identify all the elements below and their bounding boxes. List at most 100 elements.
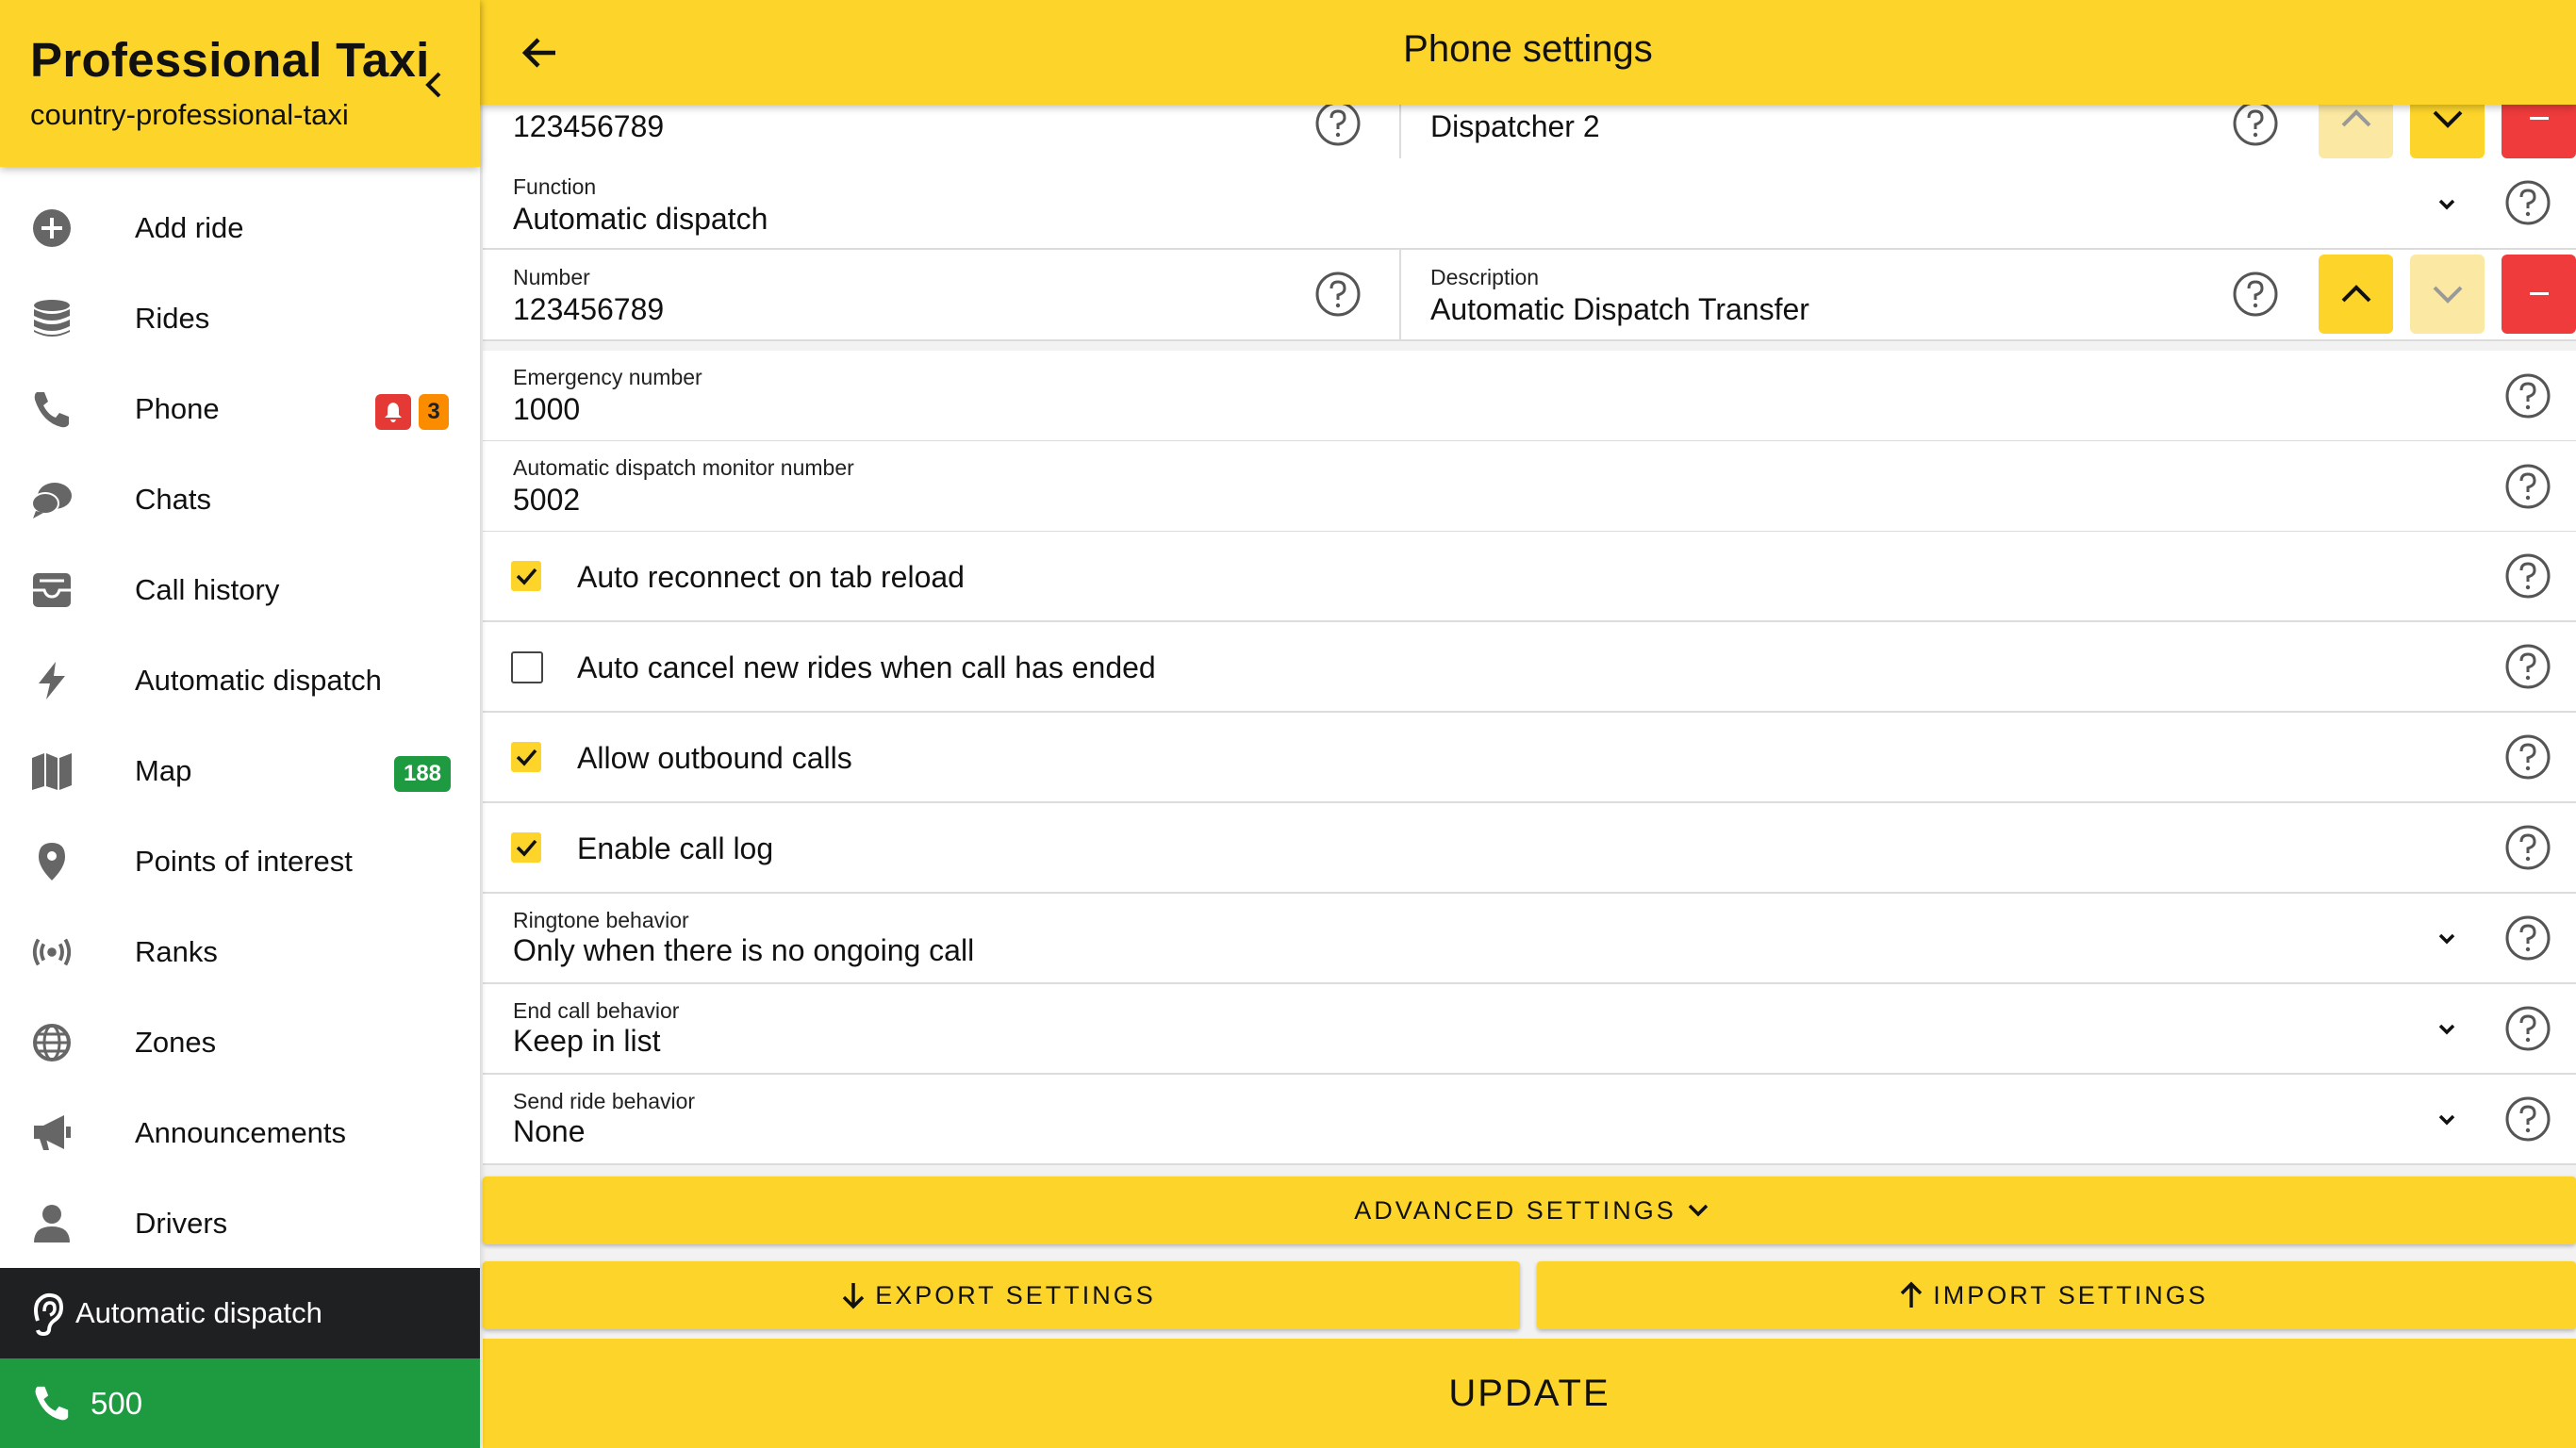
plus-circle-icon xyxy=(30,207,74,249)
phone-icon xyxy=(30,388,74,430)
sidebar: Professional Taxi country-professional-t… xyxy=(0,0,480,1448)
sidebar-item-chats[interactable]: Chats xyxy=(0,454,480,545)
help-icon[interactable] xyxy=(2504,372,2551,420)
brand-header: Professional Taxi country-professional-t… xyxy=(0,0,480,167)
sidebar-item-announcements[interactable]: Announcements xyxy=(0,1088,480,1178)
number-field[interactable]: 123456789 xyxy=(513,292,664,327)
auto-reconnect-row: Auto reconnect on tab reload xyxy=(483,532,2576,622)
checkbox-label[interactable]: Auto cancel new rides when call has ende… xyxy=(577,650,1156,685)
ringtone-value: Only when there is no ongoing call xyxy=(513,933,975,967)
sidebar-item-map[interactable]: Map 188 xyxy=(0,726,480,816)
transfer-number-row: Number 123456789 Description Automatic D… xyxy=(483,250,2576,341)
sidebar-item-call-history[interactable]: Call history xyxy=(0,545,480,635)
move-up-button[interactable] xyxy=(2319,255,2393,334)
globe-icon xyxy=(30,1022,74,1063)
sidebar-item-drivers[interactable]: Drivers xyxy=(0,1178,480,1269)
checkbox-label[interactable]: Enable call log xyxy=(577,831,773,866)
sidebar-item-label: Ranks xyxy=(135,935,218,968)
checkbox-label[interactable]: Auto reconnect on tab reload xyxy=(577,560,965,595)
update-label: UPDATE xyxy=(1448,1372,1610,1414)
emergency-number-field[interactable]: Emergency number 1000 xyxy=(483,351,2576,442)
help-icon[interactable] xyxy=(2504,179,2551,226)
lightning-icon xyxy=(30,660,74,701)
column-divider xyxy=(1399,104,1401,158)
dispatch-status-label: Automatic dispatch xyxy=(75,1296,322,1329)
help-icon[interactable] xyxy=(2504,824,2551,871)
sidebar-item-phone[interactable]: Phone 3 xyxy=(0,364,480,454)
phone-alert-badge xyxy=(375,394,411,430)
help-icon[interactable] xyxy=(2504,1005,2551,1052)
bell-icon xyxy=(385,403,402,422)
export-settings-label: EXPORT SETTINGS xyxy=(875,1280,1156,1309)
advanced-settings-button[interactable]: ADVANCED SETTINGS xyxy=(483,1176,2576,1244)
sidebar-item-label: Phone xyxy=(135,392,220,425)
description-field[interactable]: Automatic Dispatch Transfer xyxy=(1430,292,1809,327)
description-caption: Description xyxy=(1430,265,1540,289)
remove-button[interactable] xyxy=(2502,255,2576,334)
help-icon[interactable] xyxy=(2232,271,2279,318)
chevron-down-icon xyxy=(2433,286,2462,304)
collapse-sidebar-button[interactable] xyxy=(415,66,453,104)
enable-call-log-checkbox[interactable] xyxy=(511,832,541,863)
allow-outbound-checkbox[interactable] xyxy=(511,742,541,772)
help-icon[interactable] xyxy=(2504,914,2551,962)
map-count-badge: 188 xyxy=(394,756,451,792)
sidebar-item-label: Chats xyxy=(135,483,211,516)
sidebar-item-zones[interactable]: Zones xyxy=(0,997,480,1088)
chevron-down-icon xyxy=(1688,1204,1709,1217)
help-icon[interactable] xyxy=(1314,100,1362,147)
help-icon[interactable] xyxy=(2504,463,2551,510)
brand-subtitle: country-professional-taxi xyxy=(30,98,349,131)
export-settings-button[interactable]: EXPORT SETTINGS xyxy=(483,1261,1520,1329)
number-field[interactable]: 123456789 xyxy=(513,109,664,144)
description-field[interactable]: Dispatcher 2 xyxy=(1430,109,1600,144)
number-caption: Number xyxy=(513,265,590,289)
megaphone-icon xyxy=(30,1112,74,1154)
minus-icon xyxy=(2529,292,2549,295)
phone-extension-label: 500 xyxy=(91,1385,143,1421)
ringtone-behavior-select[interactable]: Ringtone behavior Only when there is no … xyxy=(483,894,2576,984)
sidebar-item-points-of-interest[interactable]: Points of interest xyxy=(0,816,480,907)
function-field[interactable]: Function Automatic dispatch xyxy=(483,158,2576,250)
page-title: Phone settings xyxy=(1403,28,1653,70)
app-header: Phone settings xyxy=(480,0,2576,105)
chevron-down-icon[interactable] xyxy=(2433,925,2461,953)
send-ride-behavior-select[interactable]: Send ride behavior None xyxy=(483,1075,2576,1165)
help-icon[interactable] xyxy=(2504,733,2551,781)
chevron-up-icon xyxy=(2341,109,2370,127)
phone-number-row: 123456789 Dispatcher 2 xyxy=(483,79,2576,160)
monitor-number-field[interactable]: Automatic dispatch monitor number 5002 xyxy=(483,441,2576,533)
arrow-up-icon xyxy=(1900,1281,1923,1308)
help-icon[interactable] xyxy=(2504,643,2551,690)
import-settings-button[interactable]: IMPORT SETTINGS xyxy=(1537,1261,2576,1329)
sidebar-item-automatic-dispatch[interactable]: Automatic dispatch xyxy=(0,635,480,726)
help-icon[interactable] xyxy=(2504,1095,2551,1143)
update-button[interactable]: UPDATE xyxy=(483,1339,2576,1448)
brand-title: Professional Taxi xyxy=(30,33,430,87)
end-call-behavior-select[interactable]: End call behavior Keep in list xyxy=(483,984,2576,1075)
ringtone-caption: Ringtone behavior xyxy=(513,908,689,932)
auto-reconnect-checkbox[interactable] xyxy=(511,561,541,591)
sidebar-item-label: Automatic dispatch xyxy=(135,664,382,697)
chat-bubbles-icon xyxy=(30,479,74,520)
sidebar-item-rides[interactable]: Rides xyxy=(0,273,480,364)
sidebar-item-label: Points of interest xyxy=(135,845,353,878)
auto-cancel-checkbox[interactable] xyxy=(511,651,543,683)
chevron-down-icon[interactable] xyxy=(2433,1015,2461,1044)
chevron-down-icon xyxy=(2433,110,2462,128)
allow-outbound-row: Allow outbound calls xyxy=(483,713,2576,803)
check-icon xyxy=(516,839,537,857)
monitor-caption: Automatic dispatch monitor number xyxy=(513,455,854,480)
chevron-down-icon[interactable] xyxy=(2433,1106,2461,1134)
chevron-up-icon xyxy=(2341,285,2370,303)
help-icon[interactable] xyxy=(2232,100,2279,147)
dispatch-status-bar[interactable]: Automatic dispatch xyxy=(0,1268,480,1358)
sidebar-item-ranks[interactable]: Ranks xyxy=(0,907,480,997)
checkbox-label[interactable]: Allow outbound calls xyxy=(577,741,852,776)
move-down-button[interactable] xyxy=(2410,255,2485,334)
help-icon[interactable] xyxy=(1314,271,1362,318)
sidebar-item-add-ride[interactable]: Add ride xyxy=(0,183,480,273)
help-icon[interactable] xyxy=(2504,552,2551,600)
chevron-down-icon[interactable] xyxy=(2433,190,2461,219)
phone-status-bar[interactable]: 500 xyxy=(0,1358,480,1448)
